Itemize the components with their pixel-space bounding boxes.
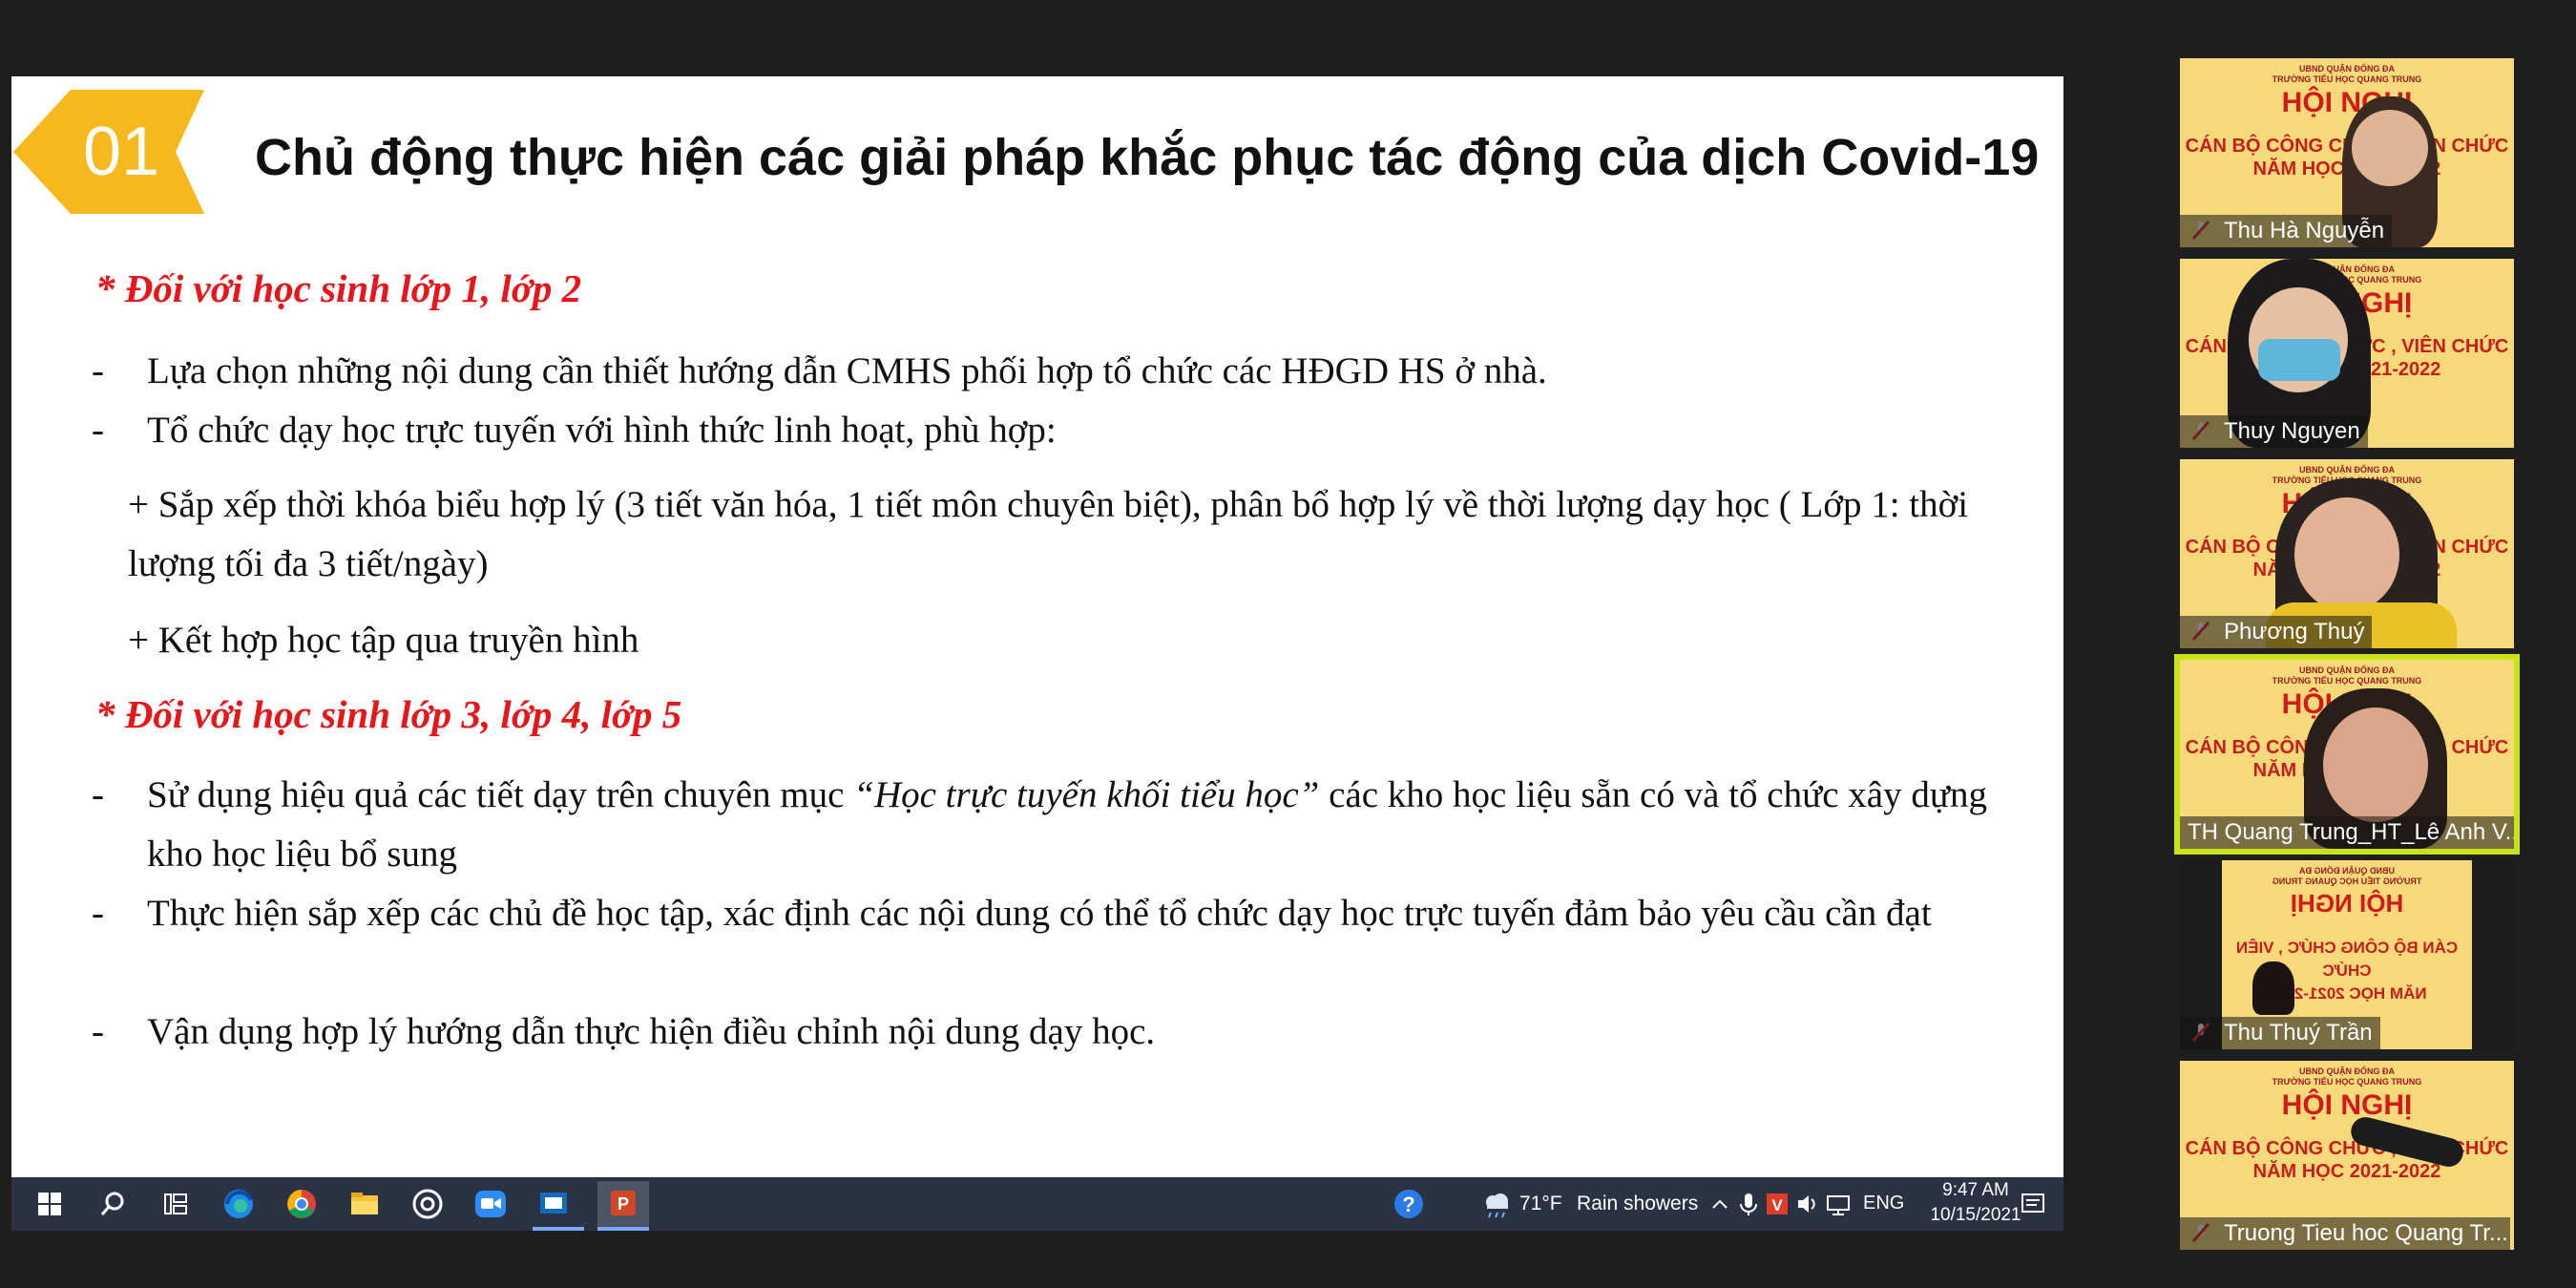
participant-video-tile[interactable]: UBND QUẬN ĐỐNG ĐATRƯỜNG TIỂU HỌC QUANG T…: [2180, 58, 2514, 247]
app-active-underline: [597, 1227, 649, 1231]
participant-name: TH Quang Trung_HT_Lê Anh V...: [2180, 816, 2514, 849]
section-heading-grade-3-5: * Đối với học sinh lớp 3, lớp 4, lớp 5: [95, 692, 682, 736]
active-speaker-video-tile[interactable]: UBND QUẬN ĐỐNG ĐA TRƯỜNG TIỂU HỌC QUANG T…: [2174, 654, 2520, 855]
file-explorer-icon[interactable]: [346, 1185, 384, 1223]
bullet-item: - Sử dụng hiệu quả các tiết dạy trên chu…: [92, 774, 1987, 875]
slide-title: Chủ động thực hiện các giải pháp khắc ph…: [255, 129, 2040, 186]
bullet-item: - Lựa chọn những nội dung cần thiết hướn…: [92, 350, 1547, 391]
powerpoint-app-icon[interactable]: P: [597, 1181, 649, 1227]
presenter-app-icon[interactable]: [534, 1185, 573, 1223]
sub-bullet-timetable: + Sắp xếp thời khóa biểu hợp lý (3 tiết …: [128, 484, 1969, 584]
svg-text:P: P: [618, 1194, 629, 1214]
sub-bullet-television: + Kết hợp học tập qua truyền hình: [128, 620, 639, 661]
search-icon[interactable]: [94, 1185, 132, 1223]
bullet-item: - Vận dụng hợp lý hướng dẫn thực hiện đi…: [92, 1011, 1156, 1052]
participant-name: Truong Tieu hoc Quang Tr...: [2180, 1217, 2510, 1250]
participant-name: Phương Thuý: [2180, 616, 2373, 648]
edge-browser-icon[interactable]: [220, 1185, 258, 1223]
participant-video-tile[interactable]: UBND QUẬN ĐỐNG ĐATRƯỜNG TIỂU HỌC QUANG T…: [2180, 1061, 2514, 1250]
badge-number: 01: [82, 114, 160, 190]
face-mask: [2258, 339, 2340, 381]
participant-video-tile[interactable]: UBND QUẬN ĐỐNG ĐATRƯỜNG TIỂU HỌC QUANG T…: [2180, 259, 2514, 448]
app-active-underline: [533, 1227, 584, 1231]
chrome-browser-icon[interactable]: [283, 1185, 321, 1223]
start-windows-icon[interactable]: [31, 1185, 69, 1223]
app-icon[interactable]: [408, 1185, 447, 1223]
banner-heading: HỘI NGHỊ: [2281, 87, 2413, 118]
weather-description[interactable]: Rain showers: [1577, 1193, 1698, 1215]
participant-video: [2252, 961, 2294, 1015]
input-language[interactable]: ENG: [1863, 1193, 1904, 1214]
svg-text:V: V: [1771, 1196, 1783, 1214]
zoom-app-icon[interactable]: [471, 1185, 510, 1223]
bullet-item: - Tổ chức dạy học trực tuyến với hình th…: [92, 410, 1057, 451]
participant-name: Thu Thuý Trần: [2180, 1017, 2380, 1049]
section-number-badge: 01: [13, 90, 204, 214]
weather-rain-icon[interactable]: [1477, 1185, 1516, 1223]
help-icon[interactable]: ?: [1390, 1185, 1428, 1223]
section-heading-grade-1-2: * Đối với học sinh lớp 1, lớp 2: [95, 266, 582, 310]
clock-time[interactable]: 9:47 AM: [1928, 1180, 2023, 1201]
task-view-icon[interactable]: [157, 1185, 195, 1223]
network-icon[interactable]: [1819, 1185, 1857, 1223]
svg-text:?: ?: [1402, 1193, 1414, 1216]
presentation-slide: 01 Chủ động thực hiện các giải pháp khắc…: [11, 76, 2063, 1177]
participant-name: Thu Hà Nguyễn: [2180, 215, 2393, 247]
banner-heading: HỘI NGHỊ: [2281, 1089, 2413, 1121]
participant-name: Thuy Nguyen: [2180, 415, 2368, 448]
windows-taskbar: P ? 71°F Rain showers V ENG 9:47 AM 10/1…: [11, 1177, 2063, 1231]
weather-temperature[interactable]: 71°F: [1519, 1193, 1562, 1215]
notification-center-icon[interactable]: [2014, 1185, 2052, 1223]
bullet-item: - Thực hiện sắp xếp các chủ đề học tập, …: [92, 893, 1932, 934]
participant-video-tile[interactable]: UBND QUẬN ĐỐNG ĐATRƯỜNG TIỂU HỌC QUANG T…: [2180, 860, 2514, 1049]
participant-video-tile[interactable]: UBND QUẬN ĐỐNG ĐATRƯỜNG TIỂU HỌC QUANG T…: [2180, 459, 2514, 648]
